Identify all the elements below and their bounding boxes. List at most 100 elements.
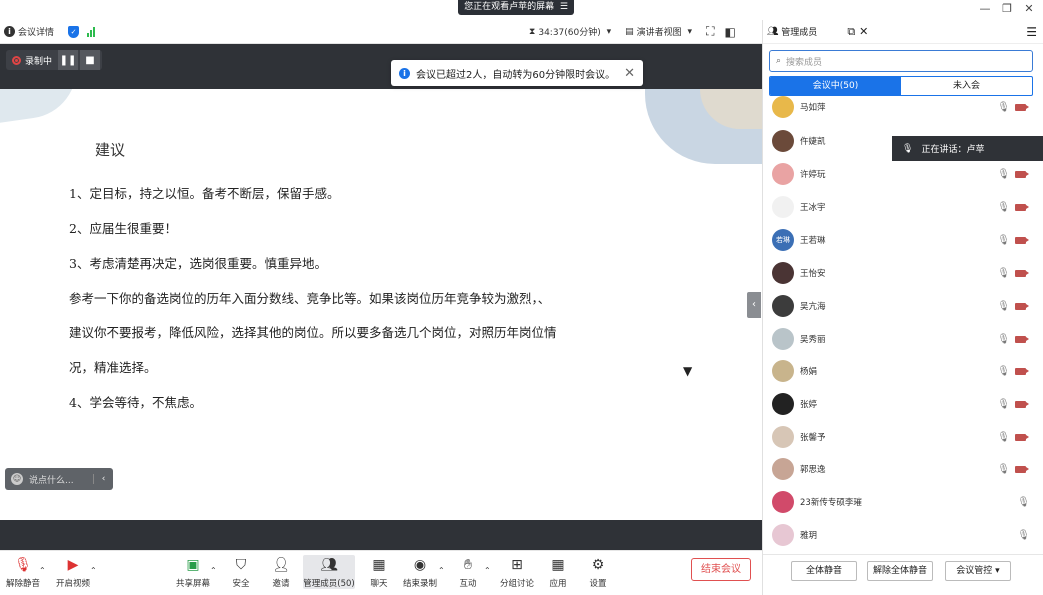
camera-off-icon[interactable]: [1015, 367, 1029, 375]
member-search-input[interactable]: ⌕ 搜索成员: [769, 50, 1033, 72]
emoji-icon[interactable]: ☺: [11, 473, 23, 485]
mic-muted-icon[interactable]: 🎙︎: [997, 268, 1010, 279]
member-row[interactable]: 张婷 🎙︎: [763, 389, 1043, 419]
member-name: 王冰宇: [800, 203, 826, 213]
member-status-icons: 🎙︎: [997, 366, 1029, 377]
minimize-button[interactable]: —: [976, 2, 994, 16]
end-recording-button[interactable]: ◉ 结束录制: [397, 555, 443, 589]
sidebar-toggle-icon[interactable]: ◧: [724, 25, 735, 39]
member-row[interactable]: 杨娟 🎙︎: [763, 356, 1043, 386]
mic-muted-icon[interactable]: 🎙︎: [997, 169, 1010, 180]
member-row[interactable]: 吴秀丽 🎙︎: [763, 324, 1043, 354]
breakout-icon: ⊞: [511, 557, 523, 573]
member-row[interactable]: 王怡安 🎙︎: [763, 258, 1043, 288]
member-row[interactable]: 吴亢海 🎙︎: [763, 291, 1043, 321]
top-toolbar: i 会议详情 ✓ ⧗ 34:37(60分钟) ▾ ▤ 演讲者视图 ▾ ⛶ ◧: [0, 20, 762, 44]
slide-line: 1、定目标，持之以恒。备考不断层，保留手感。: [69, 186, 340, 201]
breakout-button[interactable]: ⊞ 分组讨论: [494, 555, 540, 589]
member-name: 23新传专硕李璀: [800, 498, 862, 508]
end-recording-label: 结束录制: [402, 579, 437, 589]
mute-all-button[interactable]: 全体静音: [791, 561, 857, 581]
pause-recording-button[interactable]: ❚❚: [58, 50, 79, 70]
settings-button[interactable]: ⚙ 设置: [575, 555, 621, 589]
meeting-control-button[interactable]: 会议管控 ▾: [945, 561, 1011, 581]
chevron-up-icon[interactable]: ⌃: [484, 566, 491, 575]
avatar: [772, 196, 794, 218]
mic-muted-icon[interactable]: 🎙︎: [997, 301, 1010, 312]
unmute-all-button[interactable]: 解除全体静音: [867, 561, 933, 581]
manage-members-button[interactable]: 👥︎ 管理成员(50): [303, 555, 355, 589]
mic-muted-icon: 🎙︎: [14, 557, 32, 573]
notice-text: 会议已超过2人，自动转为60分钟限时会议。: [416, 69, 616, 81]
avatar: [772, 262, 794, 284]
slide-line: 3、考虑清楚再决定，选岗很重要。慎重异地。: [69, 256, 327, 271]
mic-muted-icon[interactable]: 🎙︎: [997, 102, 1010, 113]
close-icon[interactable]: ✕: [624, 66, 635, 81]
camera-off-icon[interactable]: [1015, 465, 1029, 473]
camera-off-icon[interactable]: [1015, 400, 1029, 408]
security-shield-icon[interactable]: ✓: [68, 25, 80, 38]
member-status-icons: 🎙︎: [997, 334, 1029, 345]
chat-label: 聊天: [370, 579, 388, 589]
meeting-details-button[interactable]: i 会议详情: [4, 25, 54, 38]
member-row[interactable]: 王冰宇 🎙︎: [763, 192, 1043, 222]
invite-label: 邀请: [272, 579, 290, 589]
chevron-up-icon[interactable]: ⌃: [210, 566, 217, 575]
view-mode-label: 演讲者视图: [636, 28, 682, 38]
close-window-button[interactable]: ✕: [1020, 2, 1038, 16]
invite-button[interactable]: 👤︎ 邀请: [258, 555, 304, 589]
end-meeting-button[interactable]: 结束会议: [691, 558, 751, 581]
member-row[interactable]: 若琳 王若琳 🎙︎: [763, 225, 1043, 255]
member-status-icons: 🎙︎: [997, 399, 1029, 410]
camera-off-icon[interactable]: [1015, 103, 1029, 111]
close-icon[interactable]: ✕: [859, 25, 868, 38]
speaking-indicator: 🎙︎ 正在讲话：卢苹: [892, 136, 1043, 161]
camera-off-icon[interactable]: [1015, 335, 1029, 343]
camera-off-icon[interactable]: [1015, 302, 1029, 310]
mic-muted-icon[interactable]: 🎙︎: [1017, 530, 1030, 541]
mic-muted-icon[interactable]: 🎙︎: [997, 334, 1010, 345]
camera-off-icon[interactable]: [1015, 203, 1029, 211]
camera-off-icon[interactable]: [1015, 236, 1029, 244]
members-icon: 👥︎: [320, 557, 338, 573]
mic-muted-icon[interactable]: 🎙︎: [997, 432, 1010, 443]
popout-icon[interactable]: ⧉: [847, 25, 855, 39]
panel-title: 管理成员: [781, 28, 818, 38]
mic-muted-icon[interactable]: 🎙︎: [997, 464, 1010, 475]
mic-muted-icon[interactable]: 🎙︎: [997, 399, 1010, 410]
chat-button[interactable]: ▦ 聊天: [356, 555, 402, 589]
collapse-panel-button[interactable]: ‹: [747, 292, 761, 318]
member-status-icons: 🎙︎: [997, 235, 1029, 246]
slide-line: 参考一下你的备选岗位的历年入面分数线、竞争比等。如果该岗位历年竞争较为激烈，、: [69, 291, 551, 306]
network-signal-icon[interactable]: [87, 26, 96, 37]
member-row[interactable]: 马如萍 🎙︎: [763, 92, 1043, 122]
slide-line: 2、应届生很重要！: [69, 221, 177, 236]
chevron-left-icon[interactable]: ‹: [93, 474, 113, 484]
member-row[interactable]: 郭思逸 🎙︎: [763, 454, 1043, 484]
mic-muted-icon[interactable]: 🎙︎: [1017, 497, 1030, 508]
restore-button[interactable]: ❐: [998, 2, 1016, 16]
chat-input-pill[interactable]: ☺ 说点什么... ‹: [5, 468, 113, 490]
search-icon: ⌕: [776, 56, 782, 66]
member-row[interactable]: 23新传专硕李璀 🎙︎: [763, 487, 1043, 517]
chevron-up-icon[interactable]: ⌃: [39, 566, 46, 575]
fullscreen-icon[interactable]: ⛶: [706, 24, 714, 39]
menu-icon[interactable]: ☰: [557, 2, 568, 12]
camera-off-icon[interactable]: [1015, 269, 1029, 277]
screen-share-banner[interactable]: 您正在观看卢苹的屏幕 ☰: [458, 0, 574, 15]
stop-recording-button[interactable]: ■: [80, 50, 101, 70]
chevron-up-icon[interactable]: ⌃: [90, 566, 97, 575]
member-row[interactable]: 许婷玩 🎙︎: [763, 159, 1043, 189]
menu-icon[interactable]: ☰: [1026, 25, 1037, 39]
member-row[interactable]: 张馨予 🎙︎: [763, 422, 1043, 452]
meeting-timer[interactable]: ⧗ 34:37(60分钟) ▾: [529, 25, 611, 39]
mic-muted-icon[interactable]: 🎙︎: [997, 366, 1010, 377]
mic-muted-icon[interactable]: 🎙︎: [997, 235, 1010, 246]
chevron-up-icon[interactable]: ⌃: [438, 566, 445, 575]
camera-off-icon[interactable]: [1015, 170, 1029, 178]
view-mode-button[interactable]: ▤ 演讲者视图 ▾: [625, 25, 692, 39]
mic-muted-icon[interactable]: 🎙︎: [997, 202, 1010, 213]
member-name: 郭思逸: [800, 465, 826, 475]
camera-off-icon[interactable]: [1015, 433, 1029, 441]
member-row[interactable]: 雅玥 🎙︎: [763, 520, 1043, 550]
